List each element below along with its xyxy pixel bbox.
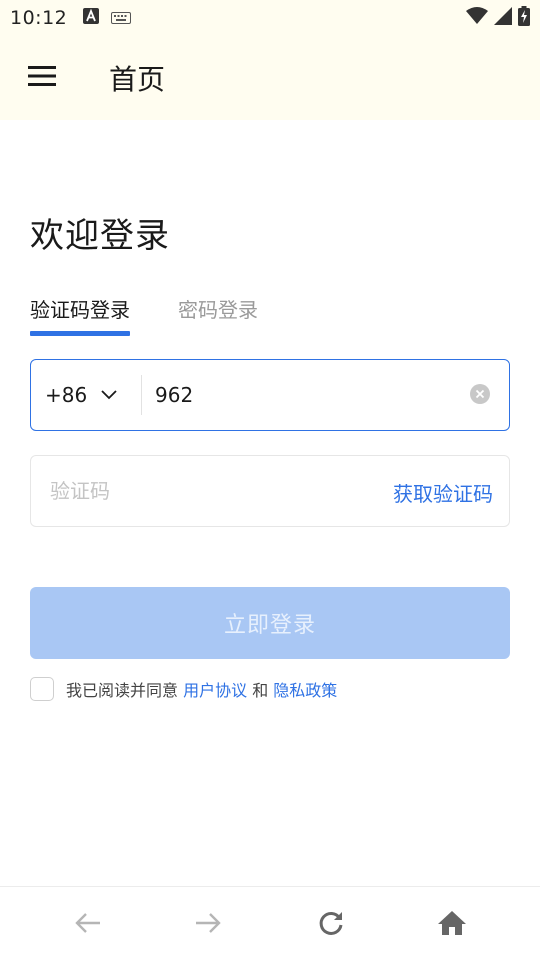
get-code-button[interactable]: 获取验证码	[393, 478, 493, 507]
menu-button[interactable]	[21, 57, 63, 99]
bottom-nav	[0, 886, 540, 960]
home-icon	[437, 910, 467, 940]
back-button[interactable]	[70, 907, 106, 943]
agreement-row: 我已阅读并同意 用户协议 和 隐私政策	[30, 677, 337, 701]
chevron-down-icon	[101, 390, 117, 400]
login-button[interactable]: 立即登录	[30, 587, 510, 659]
app-bar: 首页	[0, 36, 540, 120]
battery-charging-icon	[518, 6, 530, 30]
status-time: 10:12	[10, 7, 68, 29]
forward-arrow-icon	[194, 911, 222, 939]
field-divider	[141, 375, 142, 415]
refresh-icon	[317, 909, 345, 941]
agree-checkbox[interactable]	[30, 677, 54, 701]
tab-sms-login[interactable]: 验证码登录	[30, 294, 130, 336]
page-title: 首页	[109, 63, 166, 96]
agreement-prefix: 我已阅读并同意	[66, 681, 184, 700]
login-tabs: 验证码登录 密码登录	[30, 294, 258, 336]
country-code-value: +86	[45, 383, 88, 407]
wifi-icon	[466, 7, 488, 29]
code-input[interactable]	[50, 471, 350, 511]
status-bar: 10:12	[0, 0, 540, 36]
user-agreement-link[interactable]: 用户协议	[183, 681, 247, 700]
refresh-button[interactable]	[313, 907, 349, 943]
country-code-select[interactable]: +86	[31, 360, 141, 430]
clear-icon[interactable]	[469, 383, 491, 405]
privacy-policy-link[interactable]: 隐私政策	[273, 681, 337, 700]
menu-icon	[28, 66, 56, 90]
a-box-icon	[83, 8, 100, 28]
agreement-and: 和	[247, 681, 274, 700]
keyboard-icon	[111, 9, 132, 28]
code-field: 获取验证码	[30, 455, 510, 527]
phone-field: +86	[30, 359, 510, 431]
cell-signal-icon	[494, 7, 512, 29]
forward-button[interactable]	[190, 907, 226, 943]
welcome-heading: 欢迎登录	[30, 216, 170, 256]
agreement-text: 我已阅读并同意 用户协议 和 隐私政策	[66, 677, 337, 701]
phone-input[interactable]	[155, 375, 455, 415]
home-button[interactable]	[434, 907, 470, 943]
back-arrow-icon	[74, 911, 102, 939]
tab-password-login[interactable]: 密码登录	[178, 294, 258, 334]
